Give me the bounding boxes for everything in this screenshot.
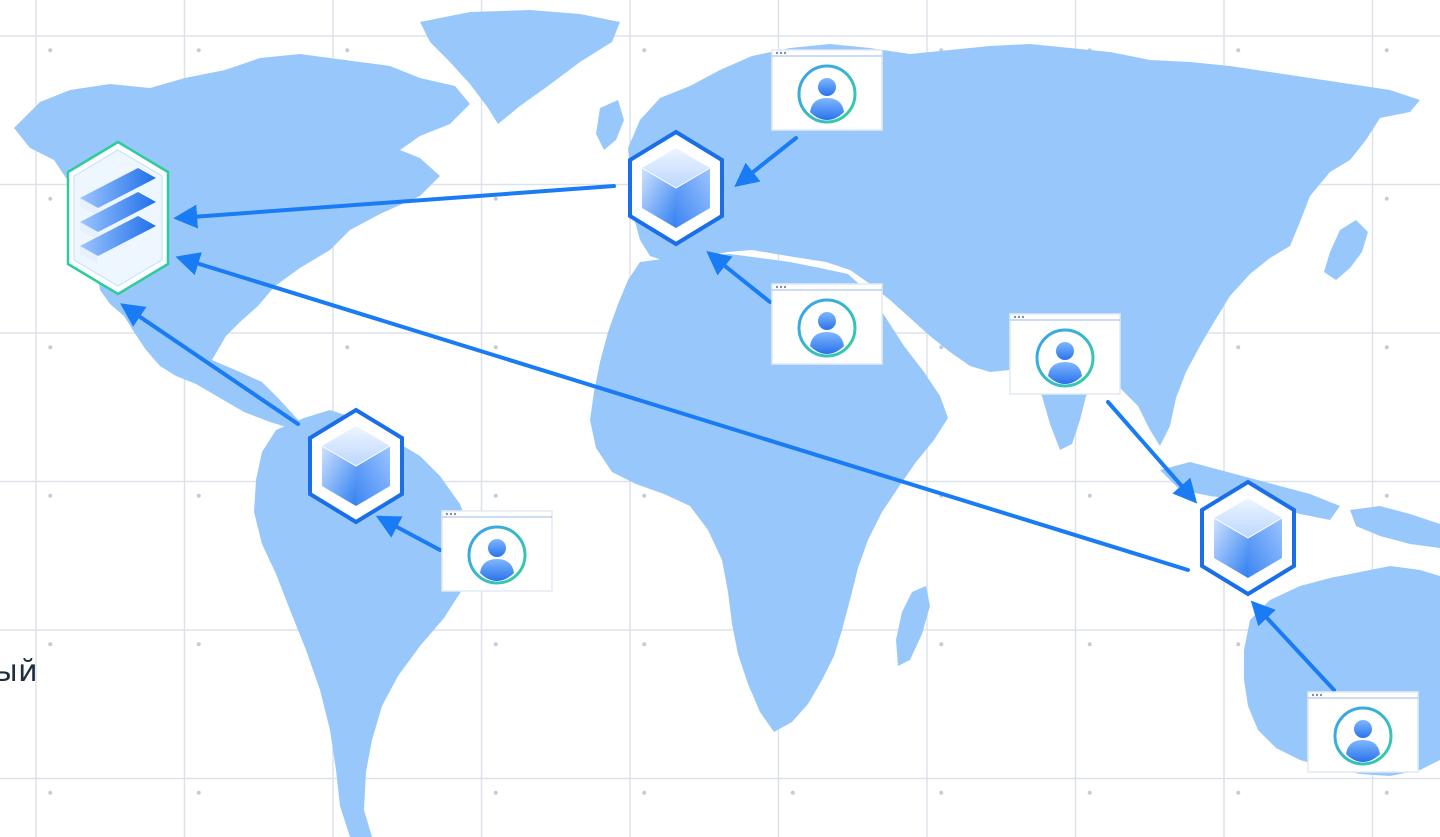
grid-dot — [642, 790, 647, 795]
grid-dot — [48, 345, 53, 350]
continent-africa — [590, 254, 948, 732]
grid-dot — [1236, 642, 1241, 647]
grid-dot — [196, 493, 201, 498]
grid-dot — [1087, 493, 1092, 498]
grid-dot — [1384, 345, 1389, 350]
grid-dot — [1236, 48, 1241, 53]
continent-japan — [1324, 220, 1368, 280]
grid-dot — [48, 196, 53, 201]
grid-dot — [345, 48, 350, 53]
grid-dot — [48, 642, 53, 647]
grid-dot — [1236, 345, 1241, 350]
grid-dot — [48, 790, 53, 795]
grid-dot — [48, 493, 53, 498]
continent-uk — [596, 100, 624, 150]
grid-dot — [790, 790, 795, 795]
user-browser-window-icon — [441, 510, 553, 592]
grid-dot — [493, 790, 498, 795]
server-stack-icon — [66, 140, 170, 296]
grid-dot — [1384, 48, 1389, 53]
grid-dot — [196, 642, 201, 647]
grid-dot — [48, 48, 53, 53]
user-browser-window-icon — [771, 283, 883, 365]
user-browser-window-icon — [1307, 691, 1419, 773]
grid-dot — [345, 345, 350, 350]
grid-dot — [1087, 790, 1092, 795]
caption-fragment: ый — [0, 654, 39, 689]
continent-madagascar — [896, 586, 930, 666]
continent-new-guinea — [1350, 506, 1440, 548]
grid-dot — [1384, 790, 1389, 795]
grid-dot — [642, 642, 647, 647]
grid-dot — [1236, 790, 1241, 795]
grid-dot — [642, 493, 647, 498]
grid-dot — [493, 493, 498, 498]
grid-dot — [196, 48, 201, 53]
grid-dot — [939, 790, 944, 795]
grid-dot — [493, 196, 498, 201]
user-browser-window-icon — [1009, 313, 1121, 395]
user-browser-window-icon — [771, 49, 883, 131]
world-map — [14, 10, 1440, 837]
grid-dot — [1087, 642, 1092, 647]
grid-dot — [1384, 493, 1389, 498]
grid-dot — [493, 642, 498, 647]
grid-dot — [493, 345, 498, 350]
cdn-world-map-diagram — [0, 0, 1440, 837]
grid-dot — [196, 790, 201, 795]
grid-dot — [1384, 196, 1389, 201]
grid-dot — [939, 642, 944, 647]
grid-dot — [642, 48, 647, 53]
